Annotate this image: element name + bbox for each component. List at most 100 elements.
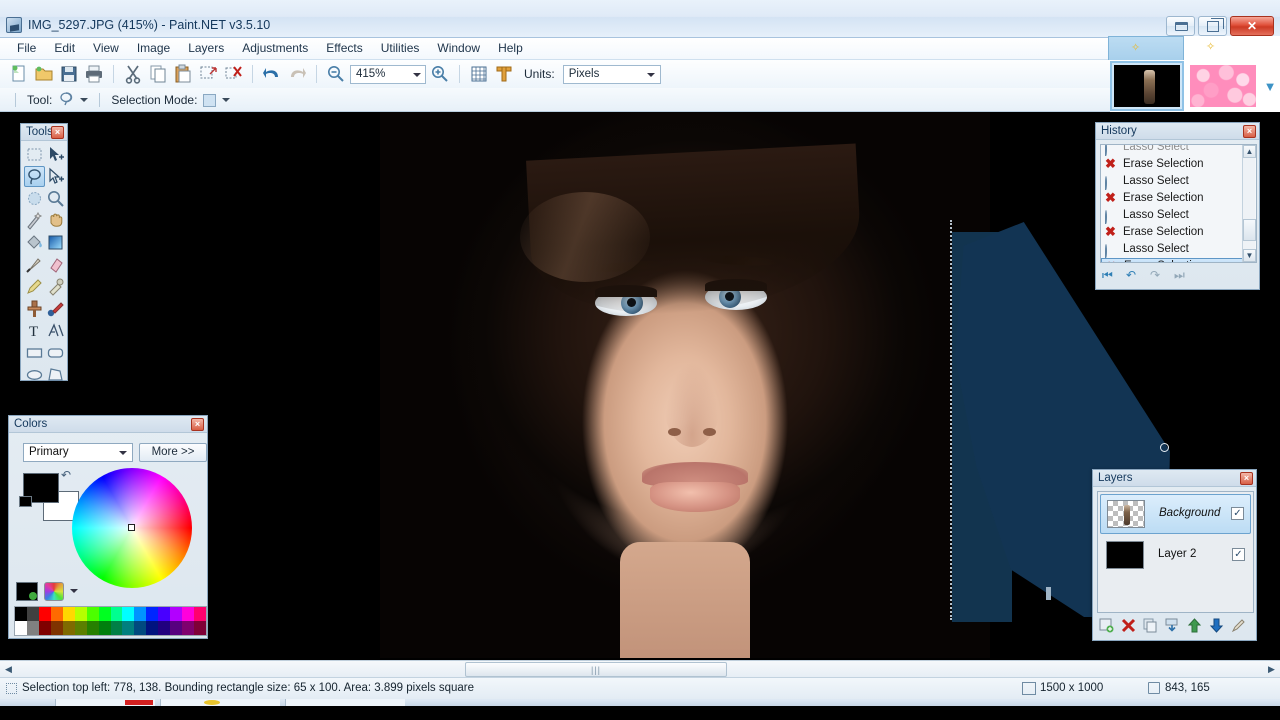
palette-swatch[interactable]: [122, 621, 135, 635]
undo-button[interactable]: ↶: [1126, 268, 1142, 282]
palette-dropdown-icon[interactable]: [70, 589, 78, 593]
scroll-down-icon[interactable]: ▼: [1243, 249, 1256, 262]
menu-item-help[interactable]: Help: [489, 38, 532, 58]
canvas-horizontal-scrollbar[interactable]: ◀ ▶: [0, 660, 1280, 677]
zoom-out-icon[interactable]: [325, 63, 347, 85]
move-selected-tool[interactable]: [45, 144, 66, 165]
palette-swatch[interactable]: [86, 607, 99, 621]
replace-selection-icon[interactable]: [203, 93, 217, 107]
taskbar-button[interactable]: [285, 699, 405, 706]
close-icon[interactable]: ×: [191, 418, 204, 431]
selection-mode-dropdown-icon[interactable]: [222, 98, 231, 102]
new-icon[interactable]: [8, 63, 30, 85]
paint-bucket-tool[interactable]: [24, 232, 45, 253]
cut-icon[interactable]: [122, 63, 144, 85]
zoom-level-input[interactable]: 415%: [350, 64, 426, 84]
rounded-rectangle-tool[interactable]: [45, 342, 66, 363]
more-colors-button[interactable]: More >>: [139, 443, 207, 462]
layer-properties-button[interactable]: [1231, 618, 1246, 633]
line-curve-tool[interactable]: [45, 320, 66, 341]
menu-item-view[interactable]: View: [84, 38, 128, 58]
move-layer-up-button[interactable]: [1187, 618, 1202, 633]
layer-visibility-checkbox[interactable]: ✓: [1232, 548, 1245, 561]
palette-strip[interactable]: [14, 606, 207, 636]
close-icon[interactable]: ×: [1243, 125, 1256, 138]
minimize-button[interactable]: [1166, 16, 1195, 36]
palette-swatch[interactable]: [74, 621, 87, 635]
forward-all-button[interactable]: ⏭: [1174, 268, 1190, 282]
zoom-in-icon[interactable]: [429, 63, 451, 85]
menu-item-effects[interactable]: Effects: [317, 38, 371, 58]
scrollbar-thumb[interactable]: [465, 662, 727, 677]
reset-colors-icon[interactable]: [19, 496, 32, 507]
text-tool[interactable]: T: [24, 320, 45, 341]
rulers-icon[interactable]: [493, 63, 515, 85]
selection-handle[interactable]: [1160, 443, 1169, 452]
history-item[interactable]: ✖ Erase Selection: [1101, 190, 1256, 207]
palette-swatch[interactable]: [98, 621, 111, 635]
history-item[interactable]: Lasso Select: [1101, 145, 1256, 156]
color-picker-tool[interactable]: [45, 276, 66, 297]
taskbar-icon-red[interactable]: [125, 700, 153, 705]
swap-colors-icon[interactable]: ↶: [61, 469, 73, 481]
scroll-right-icon[interactable]: ▶: [1263, 661, 1280, 677]
copy-icon[interactable]: [147, 63, 169, 85]
eraser-tool[interactable]: [45, 254, 66, 275]
grid-icon[interactable]: [468, 63, 490, 85]
palette-swatch[interactable]: [134, 621, 147, 635]
add-new-layer-button[interactable]: [1099, 618, 1114, 633]
palette-swatch[interactable]: [50, 607, 63, 621]
palette-swatch[interactable]: [38, 607, 51, 621]
history-item[interactable]: Lasso Select: [1101, 207, 1256, 224]
chevron-down-icon[interactable]: [413, 72, 421, 77]
history-item[interactable]: Lasso Select: [1101, 173, 1256, 190]
paintbrush-tool[interactable]: [24, 254, 45, 275]
rectangle-shape-tool[interactable]: [24, 342, 45, 363]
delete-layer-button[interactable]: [1121, 618, 1136, 633]
menu-item-file[interactable]: File: [8, 38, 45, 58]
palette-swatch[interactable]: [26, 607, 39, 621]
layer-row-background[interactable]: Background ✓: [1100, 494, 1251, 534]
palette-swatch[interactable]: [182, 621, 195, 635]
lasso-select-tool[interactable]: [24, 166, 45, 187]
color-channel-select[interactable]: Primary: [23, 443, 133, 462]
move-layer-down-button[interactable]: [1209, 618, 1224, 633]
scroll-left-icon[interactable]: ◀: [0, 661, 17, 677]
lasso-select-icon[interactable]: [58, 91, 74, 110]
palette-swatch[interactable]: [62, 607, 75, 621]
print-icon[interactable]: [83, 63, 105, 85]
rewind-all-button[interactable]: ⏮: [1102, 268, 1118, 282]
deselect-icon[interactable]: [222, 63, 244, 85]
tab-scroll-icon[interactable]: ▼: [1262, 80, 1278, 94]
clone-stamp-tool[interactable]: [24, 298, 45, 319]
palette-swatch[interactable]: [26, 621, 39, 635]
ellipse-shape-tool[interactable]: [24, 364, 45, 385]
palette-swatch[interactable]: [170, 621, 183, 635]
palette-swatch[interactable]: [182, 607, 195, 621]
history-item[interactable]: ✖ Erase Selection: [1101, 156, 1256, 173]
palette-swatch[interactable]: [98, 607, 111, 621]
scrollbar-thumb[interactable]: [1243, 219, 1256, 241]
palette-swatch[interactable]: [194, 621, 206, 635]
ellipse-select-tool[interactable]: [24, 188, 45, 209]
menu-item-layers[interactable]: Layers: [179, 38, 233, 58]
menu-item-adjustments[interactable]: Adjustments: [233, 38, 317, 58]
layers-list[interactable]: Background ✓ Layer 2 ✓: [1097, 491, 1254, 613]
palette-swatch[interactable]: [15, 621, 27, 635]
tools-panel[interactable]: Tools × T: [20, 123, 68, 381]
tools-panel-header[interactable]: Tools ×: [21, 124, 67, 141]
palette-swatch[interactable]: [122, 607, 135, 621]
palette-swatch[interactable]: [134, 607, 147, 621]
image-tab-2-header[interactable]: ✧: [1184, 36, 1260, 60]
save-icon[interactable]: [58, 63, 80, 85]
colors-panel-header[interactable]: Colors ×: [9, 416, 207, 433]
taskbar-icon-yellow[interactable]: [204, 700, 220, 705]
color-wheel-cursor[interactable]: [128, 524, 135, 531]
layers-panel-header[interactable]: Layers ×: [1093, 470, 1256, 487]
palette-swatch[interactable]: [146, 607, 159, 621]
image-tab-1[interactable]: [1110, 61, 1184, 111]
palette-swatch[interactable]: [194, 607, 206, 621]
taskbar-button[interactable]: [160, 699, 280, 706]
palette-swatch[interactable]: [74, 607, 87, 621]
undo-icon[interactable]: [261, 63, 283, 85]
